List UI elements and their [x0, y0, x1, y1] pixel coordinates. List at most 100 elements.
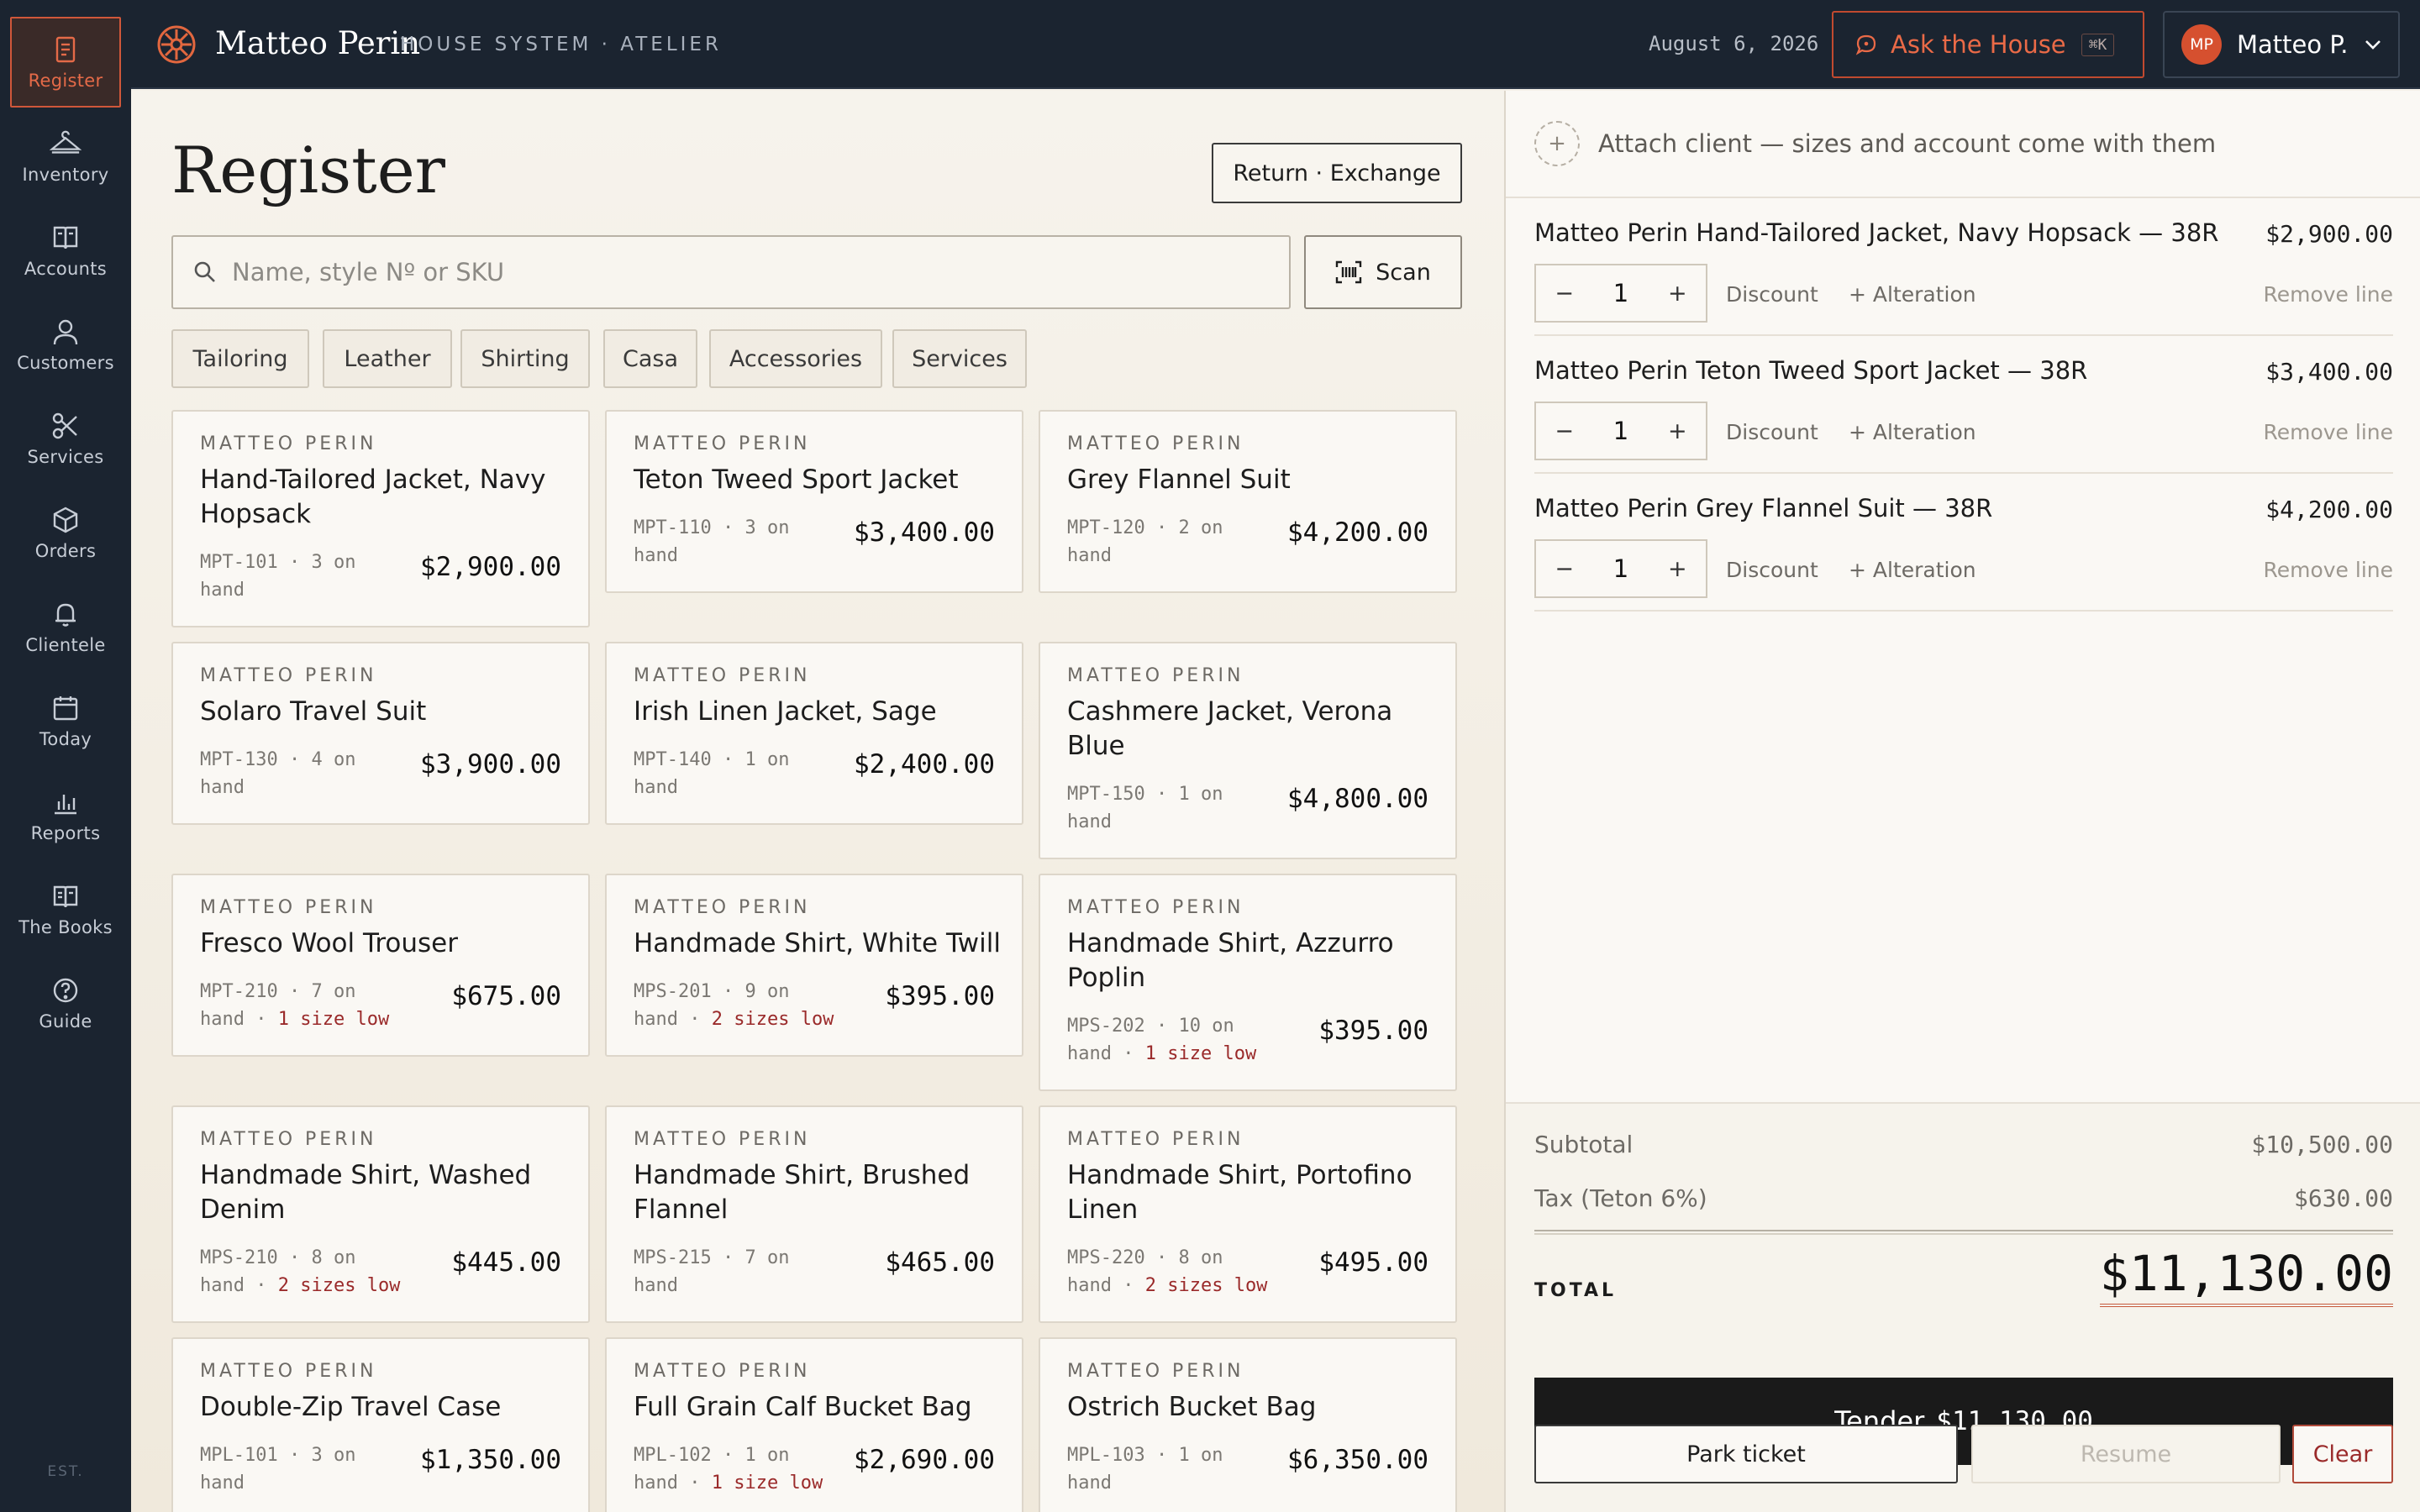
- add-alteration-link[interactable]: + Alteration: [1849, 282, 1976, 307]
- product-card[interactable]: MATTEO PERIN Handmade Shirt, Azzurro Popl…: [1039, 874, 1457, 1091]
- category-chip-services[interactable]: Services: [892, 329, 1027, 388]
- sidebar-item-clientele[interactable]: Clientele: [10, 581, 121, 672]
- ask-the-house-button[interactable]: Ask the House ⌘K: [1832, 11, 2144, 78]
- return-exchange-button[interactable]: Return · Exchange: [1212, 143, 1462, 203]
- category-chip-casa[interactable]: Casa: [603, 329, 697, 388]
- remove-line-link[interactable]: Remove line: [2263, 558, 2393, 582]
- sidebar-item-label: The Books: [18, 917, 113, 937]
- quantity-value[interactable]: 1: [1592, 417, 1649, 445]
- product-name: Handmade Shirt, White Twill: [634, 928, 1001, 958]
- park-ticket-button[interactable]: Park ticket: [1534, 1425, 1958, 1483]
- clear-button[interactable]: Clear: [2292, 1425, 2393, 1483]
- product-sku: MPS-201: [634, 981, 712, 1002]
- product-card[interactable]: MATTEO PERIN Handmade Shirt, Washed Denim…: [171, 1105, 590, 1323]
- product-name: Solaro Travel Suit: [200, 696, 427, 727]
- person-icon: [50, 316, 82, 348]
- decrement-button[interactable]: −: [1536, 418, 1592, 444]
- increment-button[interactable]: +: [1649, 418, 1706, 444]
- add-icon: +: [1534, 121, 1580, 166]
- product-sku: MPT-110: [634, 517, 712, 538]
- avatar: MP: [2181, 24, 2222, 65]
- product-price: $2,900.00: [420, 552, 561, 582]
- product-price: $4,200.00: [1287, 517, 1428, 548]
- category-chip-leather[interactable]: Leather: [323, 329, 452, 388]
- tax-label: Tax (Teton 6%): [1534, 1184, 1707, 1212]
- sidebar-item-label: Services: [27, 447, 104, 467]
- product-card[interactable]: MATTEO PERIN Grey Flannel Suit MPT-120 · 2…: [1039, 410, 1457, 593]
- product-price: $395.00: [1318, 1016, 1428, 1046]
- decrement-button[interactable]: −: [1536, 281, 1592, 307]
- user-menu-button[interactable]: MP Matteo P.: [2163, 11, 2400, 78]
- discount-link[interactable]: Discount: [1726, 420, 1818, 444]
- search-icon: [193, 260, 217, 284]
- product-brand: MATTEO PERIN: [200, 897, 377, 918]
- discount-link[interactable]: Discount: [1726, 558, 1818, 582]
- resume-button[interactable]: Resume: [1971, 1425, 2281, 1483]
- category-chip-accessories[interactable]: Accessories: [709, 329, 882, 388]
- search-input[interactable]: [232, 258, 1240, 286]
- low-stock-note: 1 size low: [1144, 1043, 1257, 1064]
- product-meta: MPL-102 · 1 on hand · 1 size low: [634, 1445, 823, 1494]
- sidebar-item-inventory[interactable]: Inventory: [10, 111, 121, 202]
- product-brand: MATTEO PERIN: [1067, 665, 1244, 686]
- keyboard-shortcut: ⌘K: [2081, 33, 2115, 56]
- product-card[interactable]: MATTEO PERIN Ostrich Bucket Bag MPL-103 · …: [1039, 1337, 1457, 1512]
- sidebar-item-guide[interactable]: Guide: [10, 958, 121, 1048]
- increment-button[interactable]: +: [1649, 556, 1706, 582]
- product-sku: MPL-101: [200, 1445, 278, 1466]
- product-card[interactable]: MATTEO PERIN Handmade Shirt, Portofino Li…: [1039, 1105, 1457, 1323]
- product-card[interactable]: MATTEO PERIN Hand-Tailored Jacket, Navy H…: [171, 410, 590, 627]
- attach-client-button[interactable]: + Attach client — sizes and account come…: [1506, 91, 2420, 198]
- product-card[interactable]: MATTEO PERIN Solaro Travel Suit MPT-130 · …: [171, 642, 590, 825]
- remove-line-link[interactable]: Remove line: [2263, 282, 2393, 307]
- product-card[interactable]: MATTEO PERIN Irish Linen Jacket, Sage MPT-…: [605, 642, 1023, 825]
- sidebar-item-reports[interactable]: Reports: [10, 769, 121, 860]
- product-name: Cashmere Jacket, Verona Blue: [1067, 696, 1393, 761]
- product-name: Irish Linen Jacket, Sage: [634, 696, 937, 727]
- category-chip-shirting[interactable]: Shirting: [460, 329, 590, 388]
- remove-line-link[interactable]: Remove line: [2263, 420, 2393, 444]
- product-sku: MPT-130: [200, 749, 278, 770]
- product-name: Handmade Shirt, Brushed Flannel: [634, 1160, 971, 1225]
- line-item-name: Matteo Perin Teton Tweed Sport Jacket — …: [1534, 356, 2088, 385]
- sidebar-item-accounts[interactable]: Accounts: [10, 205, 121, 296]
- product-card[interactable]: MATTEO PERIN Handmade Shirt, Brushed Flan…: [605, 1105, 1023, 1323]
- search-box: [171, 235, 1291, 309]
- add-alteration-link[interactable]: + Alteration: [1849, 558, 1976, 582]
- ticket-line: Matteo Perin Hand-Tailored Jacket, Navy …: [1534, 198, 2393, 336]
- sidebar-item-register[interactable]: Register: [10, 17, 121, 108]
- sidebar-item-services[interactable]: Services: [10, 393, 121, 484]
- quantity-value[interactable]: 1: [1592, 554, 1649, 583]
- ticket-panel: + Attach client — sizes and account come…: [1504, 91, 2420, 1512]
- sidebar-item-today[interactable]: Today: [10, 675, 121, 766]
- sidebar-footer: EST.: [47, 1463, 84, 1480]
- product-price: $465.00: [885, 1247, 995, 1278]
- attach-client-label: Attach client — sizes and account come w…: [1598, 129, 2217, 158]
- product-card[interactable]: MATTEO PERIN Teton Tweed Sport Jacket MPT-…: [605, 410, 1023, 593]
- product-card[interactable]: MATTEO PERIN Cashmere Jacket, Verona Blue…: [1039, 642, 1457, 859]
- discount-link[interactable]: Discount: [1726, 282, 1818, 307]
- decrement-button[interactable]: −: [1536, 556, 1592, 582]
- product-card[interactable]: MATTEO PERIN Fresco Wool Trouser MPT-210 ·…: [171, 874, 590, 1057]
- product-card[interactable]: MATTEO PERIN Handmade Shirt, White Twill M…: [605, 874, 1023, 1057]
- bell-icon: [50, 598, 82, 630]
- book-icon: [50, 222, 82, 254]
- scan-button[interactable]: Scan: [1304, 235, 1462, 309]
- category-chip-tailoring[interactable]: Tailoring: [171, 329, 309, 388]
- increment-button[interactable]: +: [1649, 281, 1706, 307]
- product-card[interactable]: MATTEO PERIN Full Grain Calf Bucket Bag MP…: [605, 1337, 1023, 1512]
- current-date: August 6, 2026: [1649, 32, 1819, 55]
- sidebar-item-customers[interactable]: Customers: [10, 299, 121, 390]
- product-card[interactable]: MATTEO PERIN Double-Zip Travel Case MPL-10…: [171, 1337, 590, 1512]
- scan-label: Scan: [1376, 259, 1431, 286]
- quantity-stepper: −1 +: [1534, 264, 1707, 323]
- add-alteration-link[interactable]: + Alteration: [1849, 420, 1976, 444]
- product-meta: MPT-101 · 3 on hand: [200, 552, 356, 601]
- product-meta: MPT-120 · 2 on hand: [1067, 517, 1223, 566]
- sidebar-item-the-books[interactable]: The Books: [10, 864, 121, 954]
- quantity-value[interactable]: 1: [1592, 279, 1649, 307]
- sidebar-item-orders[interactable]: Orders: [10, 487, 121, 578]
- totals-divider: [1534, 1230, 2393, 1235]
- product-name: Grey Flannel Suit: [1067, 465, 1291, 495]
- sidebar-item-label: Inventory: [22, 165, 109, 185]
